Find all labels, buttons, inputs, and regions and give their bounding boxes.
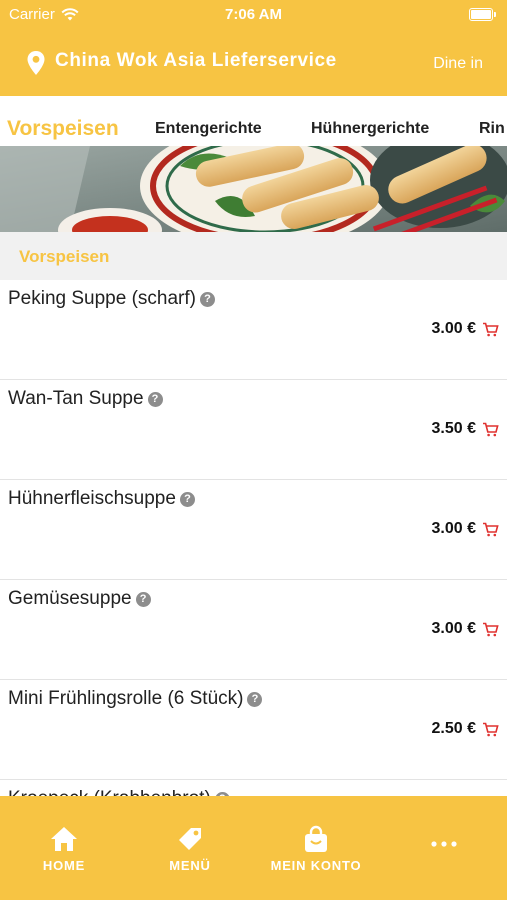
nav-account-label: MEIN KONTO (270, 858, 362, 873)
item-name: Mini Frühlingsrolle (6 Stück) (8, 688, 244, 709)
list-item[interactable]: Kroepeck (Krabbenbrot) ? (0, 780, 507, 796)
item-price: 3.00 € (431, 620, 476, 637)
menu-list: Peking Suppe (scharf) ? 3.00 € Wan-Tan S… (0, 280, 507, 796)
bottom-nav: HOME MENÜ MEIN KONTO (0, 796, 507, 900)
item-name: Hühnerfleischsuppe (8, 488, 176, 509)
category-tabs: Vorspeisen Entengerichte Hühnergerichte … (0, 96, 507, 146)
item-price: 3.00 € (431, 520, 476, 537)
tab-rind[interactable]: Rin (479, 96, 505, 146)
header-row: China Wok Asia Lieferservice Dine in (0, 42, 507, 86)
info-icon[interactable]: ? (179, 491, 195, 507)
cart-icon[interactable] (482, 622, 499, 637)
nav-menu[interactable]: MENÜ (130, 824, 250, 873)
item-name: Gemüsesuppe (8, 588, 132, 609)
item-price: 3.50 € (431, 420, 476, 437)
location-pin-icon[interactable] (26, 50, 46, 76)
list-item[interactable]: Gemüsesuppe ? 3.00 € (0, 580, 507, 680)
list-item[interactable]: Peking Suppe (scharf) ? 3.00 € (0, 280, 507, 380)
item-name-row: Kroepeck (Krabbenbrot) ? (8, 788, 230, 796)
info-icon[interactable]: ? (247, 691, 263, 707)
list-item[interactable]: Mini Frühlingsrolle (6 Stück) ? 2.50 € (0, 680, 507, 780)
list-item[interactable]: Wan-Tan Suppe ? 3.50 € (0, 380, 507, 480)
home-icon (51, 827, 77, 851)
section-header: Vorspeisen (0, 232, 507, 280)
shopping-bag-icon (305, 825, 327, 852)
status-time: 7:06 AM (225, 6, 282, 23)
nav-more[interactable] (384, 824, 504, 858)
tag-icon (179, 828, 201, 850)
spring-rolls-illustration (0, 146, 507, 232)
item-name-row: Mini Frühlingsrolle (6 Stück) ? (8, 688, 263, 710)
more-icon (431, 841, 457, 847)
nav-menu-label: MENÜ (169, 858, 211, 873)
item-price: 3.00 € (431, 320, 476, 337)
tab-vorspeisen[interactable]: Vorspeisen (7, 96, 119, 146)
item-name-row: Wan-Tan Suppe ? (8, 388, 163, 410)
nav-home[interactable]: HOME (4, 824, 124, 873)
section-title: Vorspeisen (19, 247, 110, 266)
nav-account[interactable]: MEIN KONTO (256, 824, 376, 873)
cart-icon[interactable] (482, 322, 499, 337)
item-name-row: Peking Suppe (scharf) ? (8, 288, 215, 310)
item-name: Wan-Tan Suppe (8, 388, 144, 409)
info-icon[interactable]: ? (135, 591, 151, 607)
tab-huehnergerichte[interactable]: Hühnergerichte (311, 96, 429, 146)
cart-icon[interactable] (482, 722, 499, 737)
category-banner-image (0, 146, 507, 232)
item-price: 2.50 € (431, 720, 476, 737)
info-icon[interactable]: ? (147, 391, 163, 407)
price-row: 3.00 € (432, 620, 499, 638)
tab-entengerichte[interactable]: Entengerichte (155, 96, 262, 146)
cart-icon[interactable] (482, 422, 499, 437)
price-row: 3.00 € (432, 520, 499, 538)
price-row: 2.50 € (432, 720, 499, 738)
item-name-row: Gemüsesuppe ? (8, 588, 151, 610)
nav-home-label: HOME (42, 858, 86, 873)
item-name-row: Hühnerfleischsuppe ? (8, 488, 195, 510)
dine-in-toggle[interactable]: Dine in (433, 55, 483, 73)
list-item[interactable]: Hühnerfleischsuppe ? 3.00 € (0, 480, 507, 580)
price-row: 3.00 € (432, 320, 499, 338)
shop-title[interactable]: China Wok Asia Lieferservice (55, 50, 337, 72)
cart-icon[interactable] (482, 522, 499, 537)
status-bar: Carrier 7:06 AM (0, 0, 507, 28)
battery-icon (469, 8, 496, 21)
info-icon[interactable]: ? (200, 291, 215, 307)
price-row: 3.50 € (432, 420, 499, 438)
item-name: Kroepeck (Krabbenbrot) (8, 788, 211, 796)
app-header: Carrier 7:06 AM China Wok Asia Lieferser… (0, 0, 507, 96)
item-name: Peking Suppe (scharf) (8, 288, 196, 309)
